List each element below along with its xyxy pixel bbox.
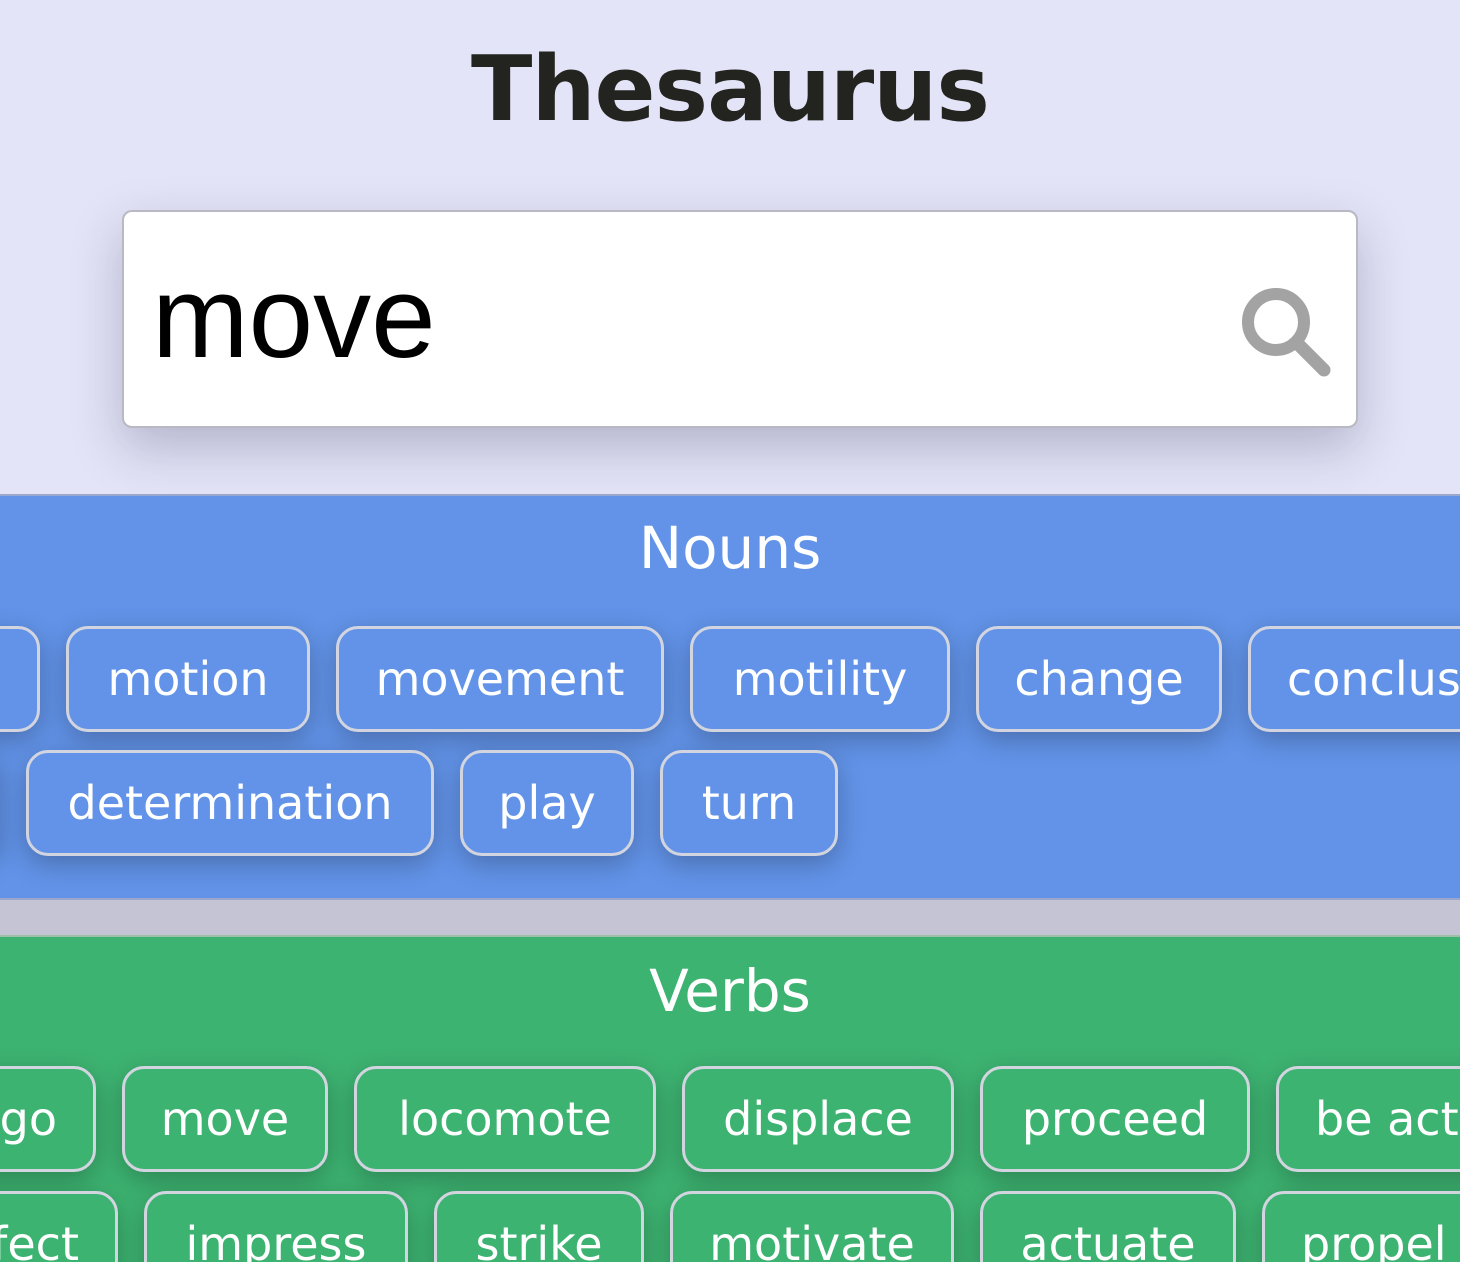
verb-chip[interactable]: actuate <box>980 1191 1236 1262</box>
verb-chip[interactable]: fect <box>0 1191 118 1262</box>
verbs-heading: Verbs <box>649 957 811 1025</box>
verb-chip[interactable]: propel <box>1262 1191 1460 1262</box>
page-title: Thesaurus <box>471 37 990 142</box>
noun-chip[interactable]: motility <box>690 626 950 732</box>
nouns-heading: Nouns <box>638 514 822 582</box>
noun-chip[interactable] <box>0 626 40 732</box>
noun-chip[interactable]: conclus <box>1248 626 1460 732</box>
verb-chip[interactable]: strike <box>434 1191 644 1262</box>
verb-chip[interactable]: go <box>0 1066 96 1172</box>
search-input[interactable] <box>152 252 1192 382</box>
verb-chip[interactable]: be act <box>1276 1066 1460 1172</box>
noun-chip[interactable]: turn <box>660 750 838 856</box>
section-divider <box>0 900 1460 935</box>
verb-chip[interactable]: proceed <box>980 1066 1250 1172</box>
noun-chip[interactable]: determination <box>26 750 434 856</box>
search-box[interactable] <box>122 210 1358 428</box>
nouns-section: Nouns motion movement motility change co… <box>0 494 1460 900</box>
verb-chip[interactable]: locomote <box>354 1066 656 1172</box>
search-icon[interactable] <box>1236 282 1336 382</box>
noun-chip[interactable]: change <box>976 626 1222 732</box>
verb-chip[interactable]: motivate <box>670 1191 954 1262</box>
noun-chip[interactable]: motion <box>66 626 310 732</box>
verb-chip[interactable]: displace <box>682 1066 954 1172</box>
verb-chip[interactable]: impress <box>144 1191 408 1262</box>
verb-chip[interactable]: move <box>122 1066 328 1172</box>
verbs-section: Verbs go move locomote displace proceed … <box>0 935 1460 1262</box>
noun-chip[interactable]: movement <box>336 626 664 732</box>
noun-chip[interactable]: play <box>460 750 634 856</box>
